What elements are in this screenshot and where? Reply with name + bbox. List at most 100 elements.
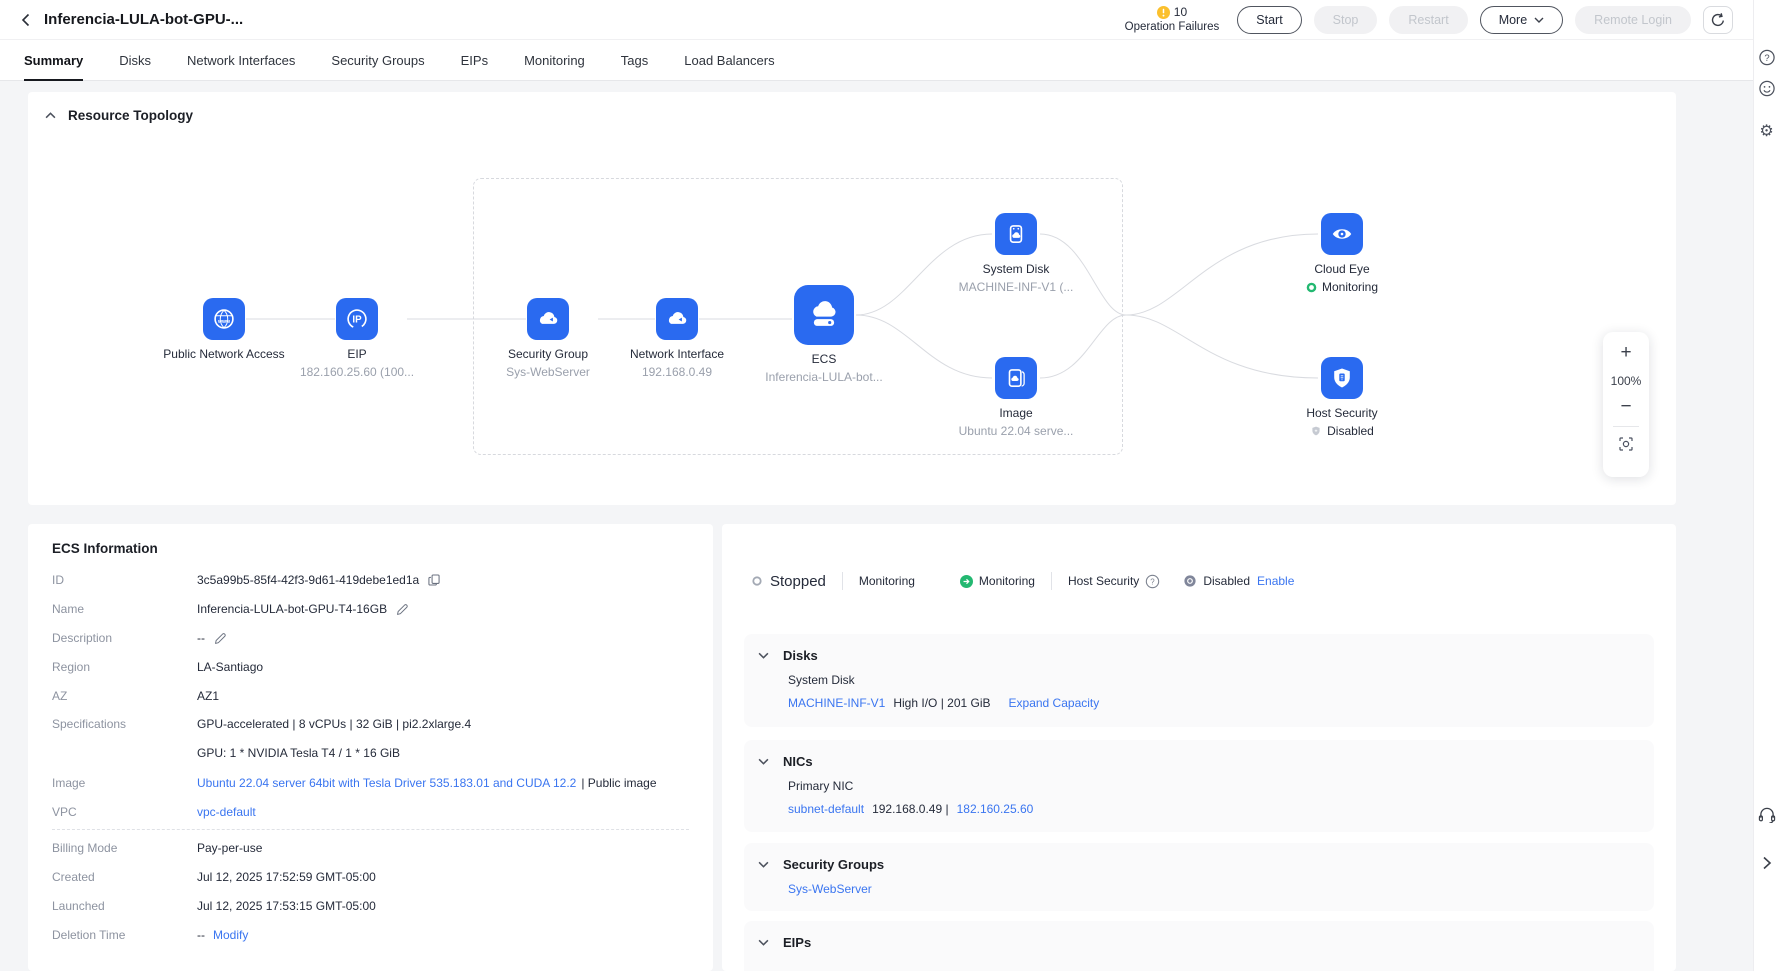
security-group-link[interactable]: Sys-WebServer: [788, 881, 872, 898]
nics-title: NICs: [783, 753, 813, 770]
node-image[interactable]: Image Ubuntu 22.04 serve...: [941, 357, 1091, 438]
tab-tags[interactable]: Tags: [621, 40, 648, 81]
zoom-in-button[interactable]: +: [1620, 343, 1631, 362]
remote-login-button[interactable]: Remote Login: [1575, 6, 1691, 34]
tab-security-groups[interactable]: Security Groups: [331, 40, 424, 81]
ecs-detail-page: Inferencia-LULA-bot-GPU-... 10 Operation…: [0, 0, 1779, 971]
enable-link[interactable]: Enable: [1257, 574, 1294, 588]
node-system-disk[interactable]: System Disk MACHINE-INF-V1 (...: [941, 213, 1091, 294]
row-value: 3c5a99b5-85f4-42f3-9d61-419debe1ed1a: [197, 573, 419, 587]
edit-icon[interactable]: [395, 602, 409, 616]
vpc-link[interactable]: vpc-default: [197, 805, 256, 819]
disk-specs: High I/O | 201 GiB: [893, 695, 990, 712]
topology-canvas[interactable]: www Public Network Access IP EIP 182.160…: [28, 130, 1676, 505]
more-button[interactable]: More: [1480, 6, 1563, 34]
subnet-link[interactable]: subnet-default: [788, 801, 864, 818]
svg-text:www: www: [217, 319, 231, 325]
operation-failures-count: 10: [1174, 6, 1187, 19]
expand-capacity-link[interactable]: Expand Capacity: [1009, 695, 1100, 712]
eye-icon: [1321, 213, 1363, 255]
copy-icon[interactable]: [427, 573, 441, 587]
info-row-vpc: VPC vpc-default: [52, 797, 689, 826]
feedback-smiley-icon[interactable]: [1758, 80, 1775, 97]
row-label: Launched: [52, 899, 197, 913]
node-label: ECS: [749, 352, 899, 366]
tab-monitoring[interactable]: Monitoring: [524, 40, 585, 81]
node-cloud-eye[interactable]: Cloud Eye Monitoring: [1267, 213, 1417, 294]
fit-screen-button[interactable]: [1618, 436, 1634, 452]
refresh-button[interactable]: [1703, 6, 1733, 34]
back-button[interactable]: [18, 12, 34, 28]
disks-section-header[interactable]: Disks: [744, 634, 1654, 664]
security-group-row: Sys-WebServer: [788, 881, 1654, 898]
image-link[interactable]: Ubuntu 22.04 server 64bit with Tesla Dri…: [197, 776, 576, 790]
topology-title: Resource Topology: [68, 108, 193, 123]
disk-name-link[interactable]: MACHINE-INF-V1: [788, 695, 885, 712]
zoom-out-button[interactable]: −: [1620, 397, 1631, 416]
disabled-status-icon: [1184, 575, 1196, 587]
node-label: Network Interface: [602, 347, 752, 361]
zoom-level: 100%: [1611, 374, 1642, 388]
tab-load-balancers[interactable]: Load Balancers: [684, 40, 774, 81]
host-security-label: Host Security: [1068, 574, 1139, 588]
info-row-az: AZ AZ1: [52, 681, 689, 710]
tab-eips[interactable]: EIPs: [461, 40, 488, 81]
node-ecs[interactable]: ECS Inferencia-LULA-bot...: [749, 285, 899, 384]
row-value: Jul 12, 2025 17:53:15 GMT-05:00: [197, 899, 376, 913]
system-disk-label: System Disk: [788, 672, 1654, 689]
restart-button[interactable]: Restart: [1389, 6, 1467, 34]
info-row-created: Created Jul 12, 2025 17:52:59 GMT-05:00: [52, 862, 689, 891]
help-icon[interactable]: ?: [1758, 49, 1775, 66]
node-sublabel: 192.168.0.49: [602, 365, 752, 379]
node-sublabel: Sys-WebServer: [473, 365, 623, 379]
node-eip[interactable]: IP EIP 182.160.25.60 (100...: [282, 298, 432, 379]
node-host-security[interactable]: Host Security Disabled: [1267, 357, 1417, 438]
modify-link[interactable]: Modify: [213, 928, 248, 942]
row-label: AZ: [52, 689, 197, 703]
support-headset-icon[interactable]: [1757, 806, 1776, 823]
row-label: Specifications: [52, 710, 197, 739]
disks-title: Disks: [783, 647, 818, 664]
row-label: Description: [52, 631, 197, 645]
start-button[interactable]: Start: [1237, 6, 1301, 34]
node-sublabel: MACHINE-INF-V1 (...: [941, 280, 1091, 294]
operation-failures[interactable]: 10 Operation Failures: [1125, 6, 1220, 34]
expand-panel-chevron-right-icon[interactable]: [1762, 856, 1771, 870]
tab-network-interfaces[interactable]: Network Interfaces: [187, 40, 295, 81]
settings-gear-icon[interactable]: ⚙: [1759, 124, 1773, 140]
node-label: System Disk: [941, 262, 1091, 276]
disks-section: Disks System Disk MACHINE-INF-V1 High I/…: [744, 634, 1654, 727]
image-suffix: | Public image: [581, 776, 656, 790]
nic-row: subnet-default 192.168.0.49 | 182.160.25…: [788, 801, 1654, 818]
info-row-launched: Launched Jul 12, 2025 17:53:15 GMT-05:00: [52, 891, 689, 920]
row-value: AZ1: [197, 689, 219, 703]
row-label: Image: [52, 776, 197, 790]
node-security-group[interactable]: Security Group Sys-WebServer: [473, 298, 623, 379]
collapse-chevron-up-icon[interactable]: [45, 112, 56, 119]
edit-icon[interactable]: [213, 631, 227, 645]
ip-icon: IP: [336, 298, 378, 340]
tab-disks[interactable]: Disks: [119, 40, 151, 81]
row-label: Billing Mode: [52, 841, 197, 855]
tab-summary[interactable]: Summary: [24, 40, 83, 81]
info-row-image: Image Ubuntu 22.04 server 64bit with Tes…: [52, 768, 689, 797]
stop-button[interactable]: Stop: [1314, 6, 1378, 34]
info-row-description: Description --: [52, 623, 689, 652]
monitoring-value[interactable]: Monitoring: [979, 574, 1035, 588]
node-network-interface[interactable]: Network Interface 192.168.0.49: [602, 298, 752, 379]
divider: [52, 829, 689, 830]
operation-failures-label: Operation Failures: [1125, 21, 1220, 34]
node-public-network-access[interactable]: www Public Network Access: [149, 298, 299, 361]
row-value: Jul 12, 2025 17:52:59 GMT-05:00: [197, 870, 376, 884]
eips-section-header[interactable]: EIPs: [744, 921, 1654, 951]
help-circle-icon[interactable]: ?: [1145, 574, 1160, 589]
row-label: Name: [52, 602, 197, 616]
host-security-value: Disabled: [1203, 574, 1250, 588]
security-groups-section-header[interactable]: Security Groups: [744, 843, 1654, 873]
eips-section: EIPs: [744, 921, 1654, 971]
node-label: Cloud Eye: [1267, 262, 1417, 276]
row-label: Region: [52, 660, 197, 674]
status-row: Stopped Monitoring Monitoring Host Secur…: [752, 569, 1294, 593]
nic-eip-link[interactable]: 182.160.25.60: [957, 801, 1034, 818]
nics-section-header[interactable]: NICs: [744, 740, 1654, 770]
